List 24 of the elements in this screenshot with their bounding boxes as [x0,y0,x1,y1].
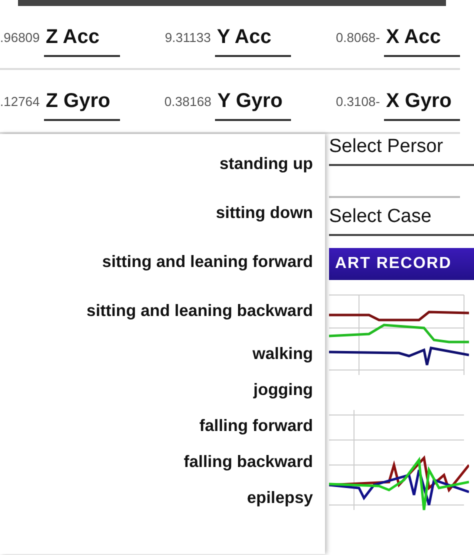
dropdown-item[interactable]: sitting down [216,189,325,238]
dropdown-item[interactable]: jogging [253,372,325,408]
dropdown-item[interactable]: falling backward [184,444,325,480]
dropdown-item[interactable]: falling forward [199,408,325,444]
sensor-label: X Gyro [384,90,460,120]
sensor-value: .96809 [0,30,40,44]
dropdown-item[interactable]: standing up [220,140,325,189]
sensor-value: 9.31133 [164,30,211,44]
dropdown-item[interactable]: sitting and leaning forward [102,238,325,287]
sensor-value: 0.8068- [336,30,380,44]
dropdown-item[interactable]: walking [252,336,325,372]
sensor-label: Z Gyro [44,90,120,120]
dropdown-item[interactable]: epilepsy [246,480,325,516]
sensor-label: Z Acc [44,26,120,56]
sensor-label: Y Gyro [215,90,292,120]
sensor-value: 0.3108- [336,94,380,108]
person-select[interactable]: Select Persor [329,134,474,166]
dropdown-item[interactable]: sitting and leaning backward [86,287,325,336]
sensor-label: Y Acc [214,26,291,56]
sensor-value: .12764 [0,94,40,108]
sensor-label: X Acc [384,26,460,56]
case-select[interactable]: Select Case [329,204,474,236]
sensor-value: 0.38168 [164,94,212,108]
record-button[interactable]: ART RECORD [329,248,474,280]
